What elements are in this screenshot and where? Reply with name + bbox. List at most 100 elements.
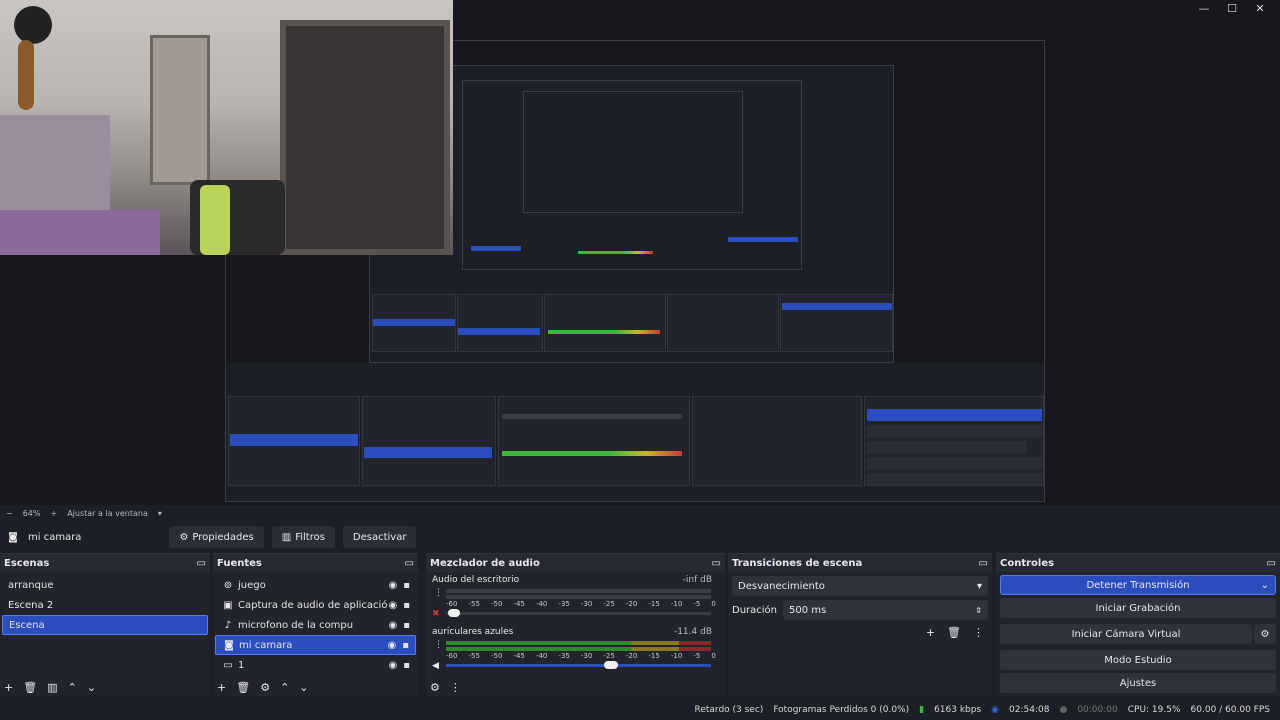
properties-button[interactable]: ⚙ Propiedades [169, 526, 264, 548]
muted-speaker-icon[interactable]: ✖ [432, 609, 440, 619]
slider-handle[interactable] [604, 661, 618, 669]
dock-menu-icon[interactable]: ▭ [712, 558, 721, 569]
close-icon[interactable]: ✕ [1248, 2, 1272, 15]
scenes-dock: Escenas ▭ arranque Escena 2 Escena + 🗑 ▥ … [0, 553, 210, 696]
channel-name: Audio del escritorio [432, 575, 520, 585]
eye-icon[interactable]: ◉ [387, 640, 396, 651]
lock-icon[interactable]: ▪ [403, 600, 410, 611]
speaker-icon[interactable]: ◀ [432, 661, 439, 671]
properties-label: Propiedades [192, 531, 254, 543]
duration-label: Duración [732, 604, 778, 616]
kebab-icon[interactable]: ⋮ [450, 681, 461, 694]
tick: 0 [711, 652, 716, 660]
arrow-down-icon[interactable]: ⌄ [299, 681, 308, 694]
zoom-in-icon[interactable]: + [50, 509, 57, 518]
stop-streaming-button[interactable]: Detener Transmisión ⌄ [1000, 575, 1276, 595]
gear-icon: ⚙ [179, 531, 189, 543]
slider-handle[interactable] [448, 609, 460, 617]
program-preview[interactable]: — ☐ ✕ [0, 0, 1280, 505]
chevron-down-icon[interactable]: ▾ [158, 509, 162, 518]
sources-dock: Fuentes ▭ ⊚ juego ◉ ▪ ▣ Captura de audio de a… [213, 553, 418, 696]
trash-icon[interactable]: 🗑 [23, 681, 37, 694]
fit-window-label[interactable]: Ajustar a la ventana [67, 509, 148, 518]
lock-icon[interactable]: ▪ [403, 620, 410, 631]
tick: -45 [513, 652, 525, 660]
duration-spinbox[interactable]: 500 ms ⇕ [783, 600, 988, 620]
chevron-down-icon[interactable]: ⌄ [1261, 580, 1269, 591]
kebab-icon[interactable]: ⋮ [434, 588, 443, 598]
lock-icon[interactable]: ▪ [403, 580, 410, 591]
tick: -25 [603, 600, 615, 608]
advanced-audio-icon[interactable]: ⚙ [430, 681, 440, 694]
controls-dock: Controles ▭ Detener Transmisión ⌄ Iniciar … [996, 553, 1280, 696]
volume-meter [446, 641, 711, 645]
virtual-camera-settings-button[interactable]: ⚙ [1254, 624, 1276, 644]
scene-item[interactable]: arranque [2, 575, 208, 595]
volume-meter [446, 589, 711, 593]
add-icon[interactable]: + [217, 681, 226, 694]
lock-icon[interactable]: ▪ [403, 660, 410, 671]
tick: -25 [603, 652, 615, 660]
volume-slider[interactable] [446, 612, 711, 615]
eye-icon[interactable]: ◉ [388, 580, 397, 591]
source-item[interactable]: ▣ Captura de audio de aplicación (BET◉ ▪ [215, 595, 416, 615]
lock-icon[interactable]: ▪ [402, 640, 409, 651]
source-item-selected[interactable]: ◙ mi camara ◉ ▪ [215, 635, 416, 655]
arrow-down-icon[interactable]: ⌄ [87, 681, 96, 694]
deactivate-button[interactable]: Desactivar [342, 526, 417, 548]
status-bar: Retardo (3 sec) Fotogramas Perdidos 0 (0… [0, 699, 1280, 720]
arrow-up-icon[interactable]: ⌃ [68, 681, 77, 694]
kebab-icon[interactable]: ⋮ [434, 640, 443, 650]
display-icon: ▭ [223, 659, 233, 671]
settings-button[interactable]: Ajustes [1000, 673, 1276, 693]
kebab-icon[interactable]: ⋮ [973, 626, 984, 639]
trash-icon[interactable]: 🗑 [236, 681, 250, 694]
volume-meter [446, 647, 711, 651]
transitions-header: Transiciones de escena ▭ [728, 554, 992, 572]
filters-button[interactable]: ▥ Filtros [271, 526, 335, 548]
channel-db: -11.4 dB [673, 627, 712, 637]
gear-icon[interactable]: ⚙ [260, 681, 270, 694]
source-item[interactable]: ⊚ juego ◉ ▪ [215, 575, 416, 595]
controls-header: Controles ▭ [996, 554, 1280, 572]
dropped-frames: Fotogramas Perdidos 0 (0.0%) [773, 704, 910, 715]
studio-mode-button[interactable]: Modo Estudio [1000, 650, 1276, 670]
spin-arrows-icon[interactable]: ⇕ [975, 606, 982, 615]
live-icon: ◉ [991, 704, 1000, 715]
trash-icon[interactable]: 🗑 [947, 626, 961, 639]
filter-icon: ▥ [281, 531, 292, 543]
volume-slider[interactable] [446, 664, 711, 667]
live-time: 02:54:08 [1009, 704, 1050, 715]
eye-icon[interactable]: ◉ [388, 620, 397, 631]
source-item[interactable]: ▭ 1 ◉ ▪ [215, 655, 416, 675]
dock-menu-icon[interactable]: ▭ [405, 558, 414, 569]
eye-icon[interactable]: ◉ [388, 600, 397, 611]
add-icon[interactable]: + [926, 626, 935, 639]
add-icon[interactable]: + [4, 681, 13, 694]
zoom-out-icon[interactable]: − [6, 509, 13, 518]
scene-item[interactable]: Escena 2 [2, 595, 208, 615]
dock-menu-icon[interactable]: ▭ [1267, 558, 1276, 569]
tick: -60 [446, 652, 458, 660]
maximize-icon[interactable]: ☐ [1220, 2, 1244, 15]
gamepad-icon: ⊚ [223, 579, 233, 591]
camera-icon: ◙ [8, 531, 18, 543]
tick: -50 [490, 600, 503, 608]
minimize-icon[interactable]: — [1192, 2, 1216, 15]
start-recording-button[interactable]: Iniciar Grabación [1000, 598, 1276, 618]
transition-select[interactable]: Desvanecimiento ▾ [732, 576, 988, 596]
meter-ticks: -60 -55 -50 -45 -40 -35 -30 -25 -20 -15 -10 -5 0 [446, 652, 716, 660]
source-item[interactable]: ♪ microfono de la compu ◉ ▪ [215, 615, 416, 635]
start-virtual-camera-button[interactable]: Iniciar Cámara Virtual [1000, 624, 1252, 644]
scene-item-selected[interactable]: Escena [2, 615, 208, 635]
dock-menu-icon[interactable]: ▭ [979, 558, 988, 569]
tick: -15 [648, 652, 660, 660]
stop-streaming-label: Detener Transmisión [1086, 579, 1190, 591]
tick: -20 [625, 600, 638, 608]
dock-menu-icon[interactable]: ▭ [197, 558, 206, 569]
arrow-up-icon[interactable]: ⌃ [280, 681, 289, 694]
eye-icon[interactable]: ◉ [388, 660, 397, 671]
meter-ticks: -60 -55 -50 -45 -40 -35 -30 -25 -20 -15 -10 -5 0 [446, 600, 716, 608]
filter-icon[interactable]: ▥ [47, 681, 57, 694]
tick: -5 [693, 652, 701, 660]
